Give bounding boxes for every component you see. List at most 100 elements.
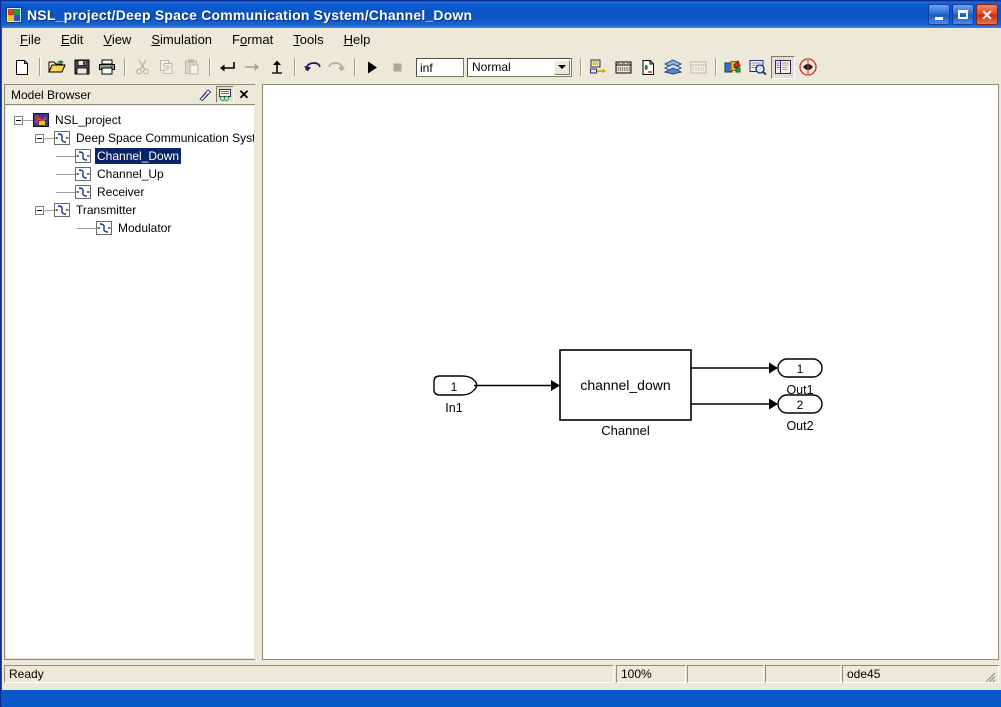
- new-model-button[interactable]: [10, 56, 34, 79]
- toolbar-separator: [580, 58, 582, 76]
- status-bar: Ready 100% ode45: [4, 662, 999, 686]
- signal-line-channel-to-out1[interactable]: [691, 362, 778, 374]
- simulation-mode-value: Normal: [472, 60, 511, 74]
- toolbar-separator: [124, 58, 126, 76]
- outport-out1-group: 1 Out1: [777, 358, 823, 397]
- panel-splitter[interactable]: [255, 84, 262, 660]
- inport-in1-label: In1: [445, 401, 462, 415]
- paste-button[interactable]: [180, 56, 204, 79]
- up-level-button[interactable]: [265, 56, 289, 79]
- tree-item-modulator[interactable]: Modulator: [6, 219, 254, 237]
- tree-connector: [56, 173, 75, 175]
- signal-line-in1-to-channel[interactable]: [474, 380, 560, 391]
- start-simulation-button[interactable]: [360, 56, 384, 79]
- tree-item-label: Channel_Up: [97, 167, 164, 181]
- copy-button[interactable]: [155, 56, 179, 79]
- subsystem-icon: [75, 149, 91, 163]
- model-browser-tools: ✕: [196, 86, 252, 103]
- signal-line-channel-to-out2[interactable]: [691, 398, 778, 410]
- window-bottom-edge: [2, 690, 1001, 707]
- menu-bar: File Edit View Simulation Format Tools H…: [4, 29, 999, 50]
- library-browser-button[interactable]: [661, 56, 685, 79]
- window-title: NSL_project/Deep Space Communication Sys…: [27, 7, 473, 23]
- tree-item-channel-down[interactable]: Channel_Down: [6, 147, 254, 165]
- menu-simulation[interactable]: Simulation: [142, 30, 223, 49]
- status-pane-3: [687, 665, 764, 683]
- menu-tools[interactable]: Tools: [284, 30, 334, 49]
- toggle-model-browser-button[interactable]: [771, 55, 795, 79]
- block-channel-down-caption: Channel: [601, 423, 650, 438]
- stateflow-button[interactable]: [796, 56, 820, 79]
- resize-grip[interactable]: [983, 670, 997, 684]
- block-parameters-button[interactable]: [686, 56, 710, 79]
- model-tree[interactable]: NSL_project Deep Space Communication Sys…: [6, 106, 254, 658]
- chevron-down-icon[interactable]: [554, 59, 570, 75]
- open-model-button[interactable]: [45, 56, 69, 79]
- close-icon: ✕: [981, 6, 993, 23]
- panes-container: Model Browser ✕ NSL_project Deep Space C…: [4, 84, 999, 660]
- maximize-button[interactable]: [952, 4, 974, 25]
- collapse-toggle-icon[interactable]: [35, 205, 44, 215]
- menu-help[interactable]: Help: [335, 30, 382, 49]
- model-canvas[interactable]: 1 In1 channel_down Channel 1 Out1 2 Out2: [262, 84, 999, 660]
- menu-file[interactable]: File: [11, 30, 52, 49]
- update-diagram-button[interactable]: [586, 56, 610, 79]
- stop-simulation-button[interactable]: [385, 56, 409, 79]
- toolbar: inf Normal: [4, 53, 999, 81]
- show-library-links-button[interactable]: [196, 86, 214, 103]
- undo-button[interactable]: [300, 56, 324, 79]
- status-message: Ready: [4, 665, 614, 683]
- window-controls: ✕: [928, 4, 998, 25]
- collapse-toggle-icon[interactable]: [35, 133, 44, 143]
- title-bar: NSL_project/Deep Space Communication Sys…: [2, 2, 1001, 28]
- inport-in1-number: 1: [451, 380, 458, 394]
- tree-item-receiver[interactable]: Receiver: [6, 183, 254, 201]
- subsystem-icon: [54, 131, 70, 145]
- outport-out2-number: 2: [797, 398, 804, 412]
- look-under-mask-button[interactable]: [216, 86, 234, 103]
- tree-item-nsl-project[interactable]: NSL_project: [6, 111, 254, 129]
- menu-format[interactable]: Format: [223, 30, 284, 49]
- tree-item-label: Receiver: [97, 185, 145, 199]
- forward-button[interactable]: [240, 56, 264, 79]
- model-explorer-button[interactable]: [721, 56, 745, 79]
- status-pane-4: [765, 665, 841, 683]
- close-button[interactable]: ✕: [976, 4, 998, 25]
- minimize-button[interactable]: [928, 4, 950, 25]
- simulation-mode-select[interactable]: Normal: [467, 57, 572, 77]
- tree-connector: [56, 191, 75, 193]
- client-area: File Edit View Simulation Format Tools H…: [2, 28, 1001, 690]
- debug-button[interactable]: [636, 56, 660, 79]
- menu-edit[interactable]: Edit: [52, 30, 94, 49]
- tree-item-label: Channel_Down: [95, 148, 182, 164]
- tree-item-transmitter[interactable]: Transmitter: [6, 201, 254, 219]
- model-browser-header: Model Browser ✕: [5, 85, 255, 105]
- tree-connector: [77, 227, 96, 229]
- go-to-parent-button[interactable]: [215, 56, 239, 79]
- subsystem-icon: [54, 203, 70, 217]
- close-model-browser-button[interactable]: ✕: [236, 86, 252, 103]
- block-channel-down-text: channel_down: [580, 377, 670, 393]
- save-model-button[interactable]: [70, 56, 94, 79]
- subsystem-icon: [75, 185, 91, 199]
- tree-item-label: Transmitter: [76, 203, 137, 217]
- outport-out1-number: 1: [797, 362, 804, 376]
- outport-out2-label: Out2: [786, 419, 813, 433]
- build-model-button[interactable]: [611, 56, 635, 79]
- maximize-icon: [958, 10, 968, 19]
- collapse-toggle-icon[interactable]: [14, 115, 23, 125]
- toolbar-separator: [294, 58, 296, 76]
- menu-view[interactable]: View: [94, 30, 142, 49]
- tree-item-label: Modulator: [118, 221, 172, 235]
- simulation-stop-time-input[interactable]: inf: [416, 57, 464, 77]
- find-button[interactable]: [746, 56, 770, 79]
- simulink-model-icon: [6, 7, 22, 23]
- subsystem-icon: [96, 221, 112, 235]
- cut-button[interactable]: [130, 56, 154, 79]
- status-zoom: 100%: [616, 665, 686, 683]
- toolbar-separator: [209, 58, 211, 76]
- print-button[interactable]: [95, 56, 119, 79]
- redo-button[interactable]: [325, 56, 349, 79]
- tree-item-channel-up[interactable]: Channel_Up: [6, 165, 254, 183]
- tree-item-deep-space-communication-system[interactable]: Deep Space Communication System: [6, 129, 254, 147]
